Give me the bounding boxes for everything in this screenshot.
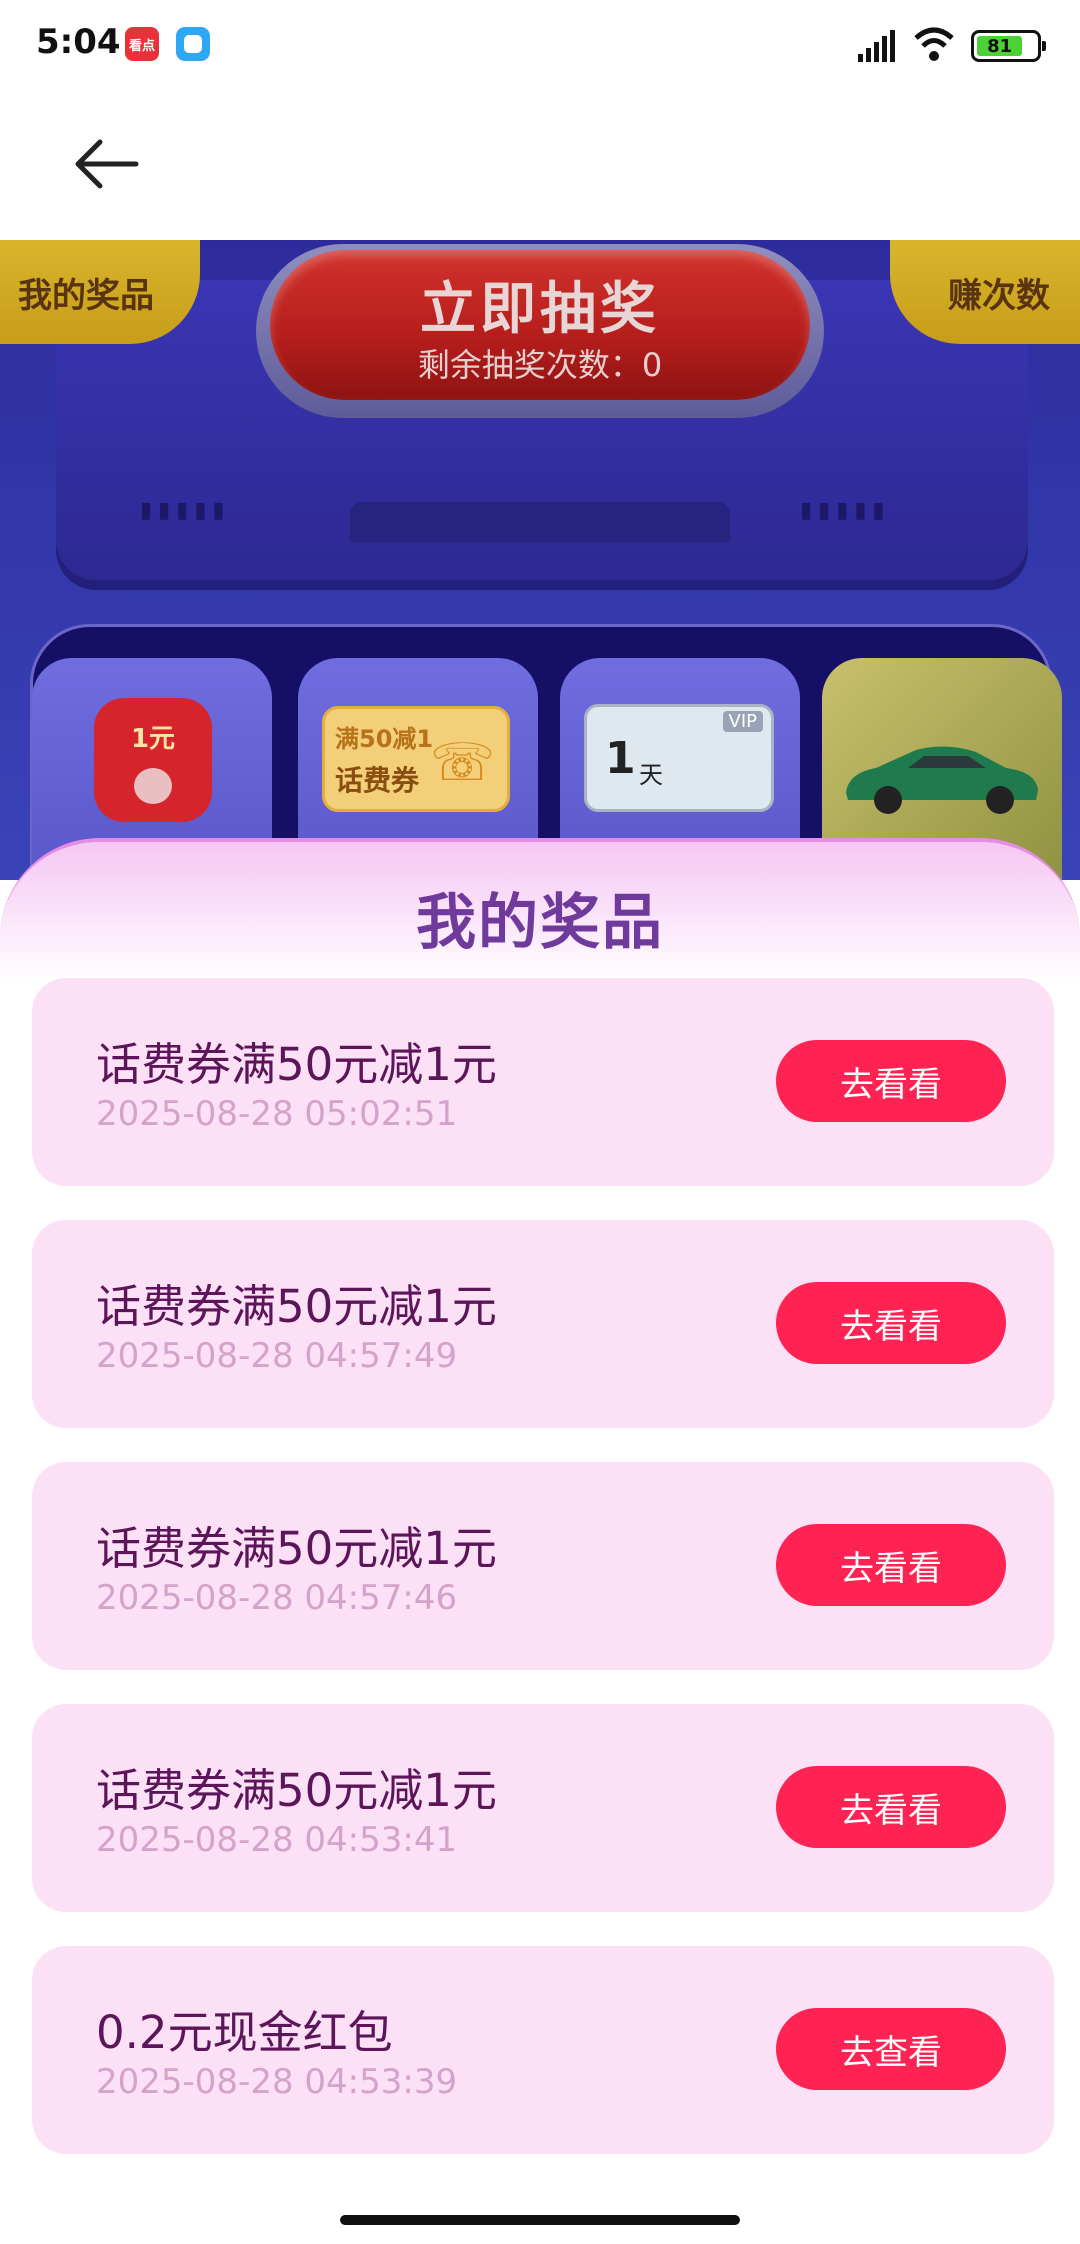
draw-button[interactable]: 立即抽奖 剩余抽奖次数：0	[270, 250, 810, 400]
wifi-icon	[914, 27, 954, 61]
prize-list-item: 话费券满50元减1元 2025-08-28 05:02:51 去看看	[32, 978, 1054, 1186]
battery-level: 81	[977, 36, 1023, 57]
prize-list-item: 0.2元现金红包 2025-08-28 04:53:39 去查看	[32, 1946, 1054, 2154]
prize-time: 2025-08-28 04:53:39	[96, 2062, 458, 2102]
vip-card-icon: VIP 1 天	[584, 704, 774, 812]
my-prizes-tab[interactable]: 我的奖品	[0, 240, 200, 344]
view-prize-button[interactable]: 去看看	[776, 1282, 1006, 1364]
vent-left: ▮▮▮▮▮	[140, 498, 231, 523]
sheet-header: 我的奖品	[0, 842, 1080, 982]
view-prize-button[interactable]: 去看看	[776, 1040, 1006, 1122]
car-icon	[846, 746, 1038, 814]
prize-name: 0.2元现金红包	[96, 2006, 393, 2059]
prize-list-item: 话费券满50元减1元 2025-08-28 04:53:41 去看看	[32, 1704, 1054, 1912]
remaining-draws: 剩余抽奖次数：0	[417, 346, 663, 384]
earn-chances-tab[interactable]: 赚次数	[890, 240, 1080, 344]
arrow-left-icon[interactable]	[72, 134, 142, 194]
coupon-line1: 满50减1	[335, 725, 434, 753]
phone-icon: ☏	[429, 733, 495, 793]
machine-base	[350, 502, 730, 542]
coupon-line2: 话费券	[335, 764, 420, 797]
prize-name: 话费券满50元减1元	[96, 1764, 497, 1817]
nav-bar	[0, 92, 1080, 240]
prize-time: 2025-08-28 04:57:49	[96, 1336, 458, 1376]
view-prize-button[interactable]: 去看看	[776, 1524, 1006, 1606]
prize-time: 2025-08-28 05:02:51	[96, 1094, 458, 1134]
prize-list-item: 话费券满50元减1元 2025-08-28 04:57:46 去看看	[32, 1462, 1054, 1670]
battery-icon: 81	[971, 30, 1046, 62]
vent-right: ▮▮▮▮▮	[800, 498, 891, 523]
app-blue-icon	[176, 27, 210, 61]
prize-name: 话费券满50元减1元	[96, 1038, 497, 1091]
lottery-area: ▮▮▮▮▮ ▮▮▮▮▮ 立即抽奖 剩余抽奖次数：0 我的奖品 赚次数 1元 满5…	[0, 240, 1080, 880]
view-prize-button[interactable]: 去看看	[776, 1766, 1006, 1848]
vip-days: 1	[605, 733, 636, 784]
coupon-icon: 满50减1 话费券 ☏	[322, 706, 510, 812]
prize-name: 话费券满50元减1元	[96, 1280, 497, 1333]
vip-tag: VIP	[722, 711, 763, 732]
prize-list-item: 话费券满50元减1元 2025-08-28 04:57:49 去看看	[32, 1220, 1054, 1428]
signal-icon	[858, 30, 895, 62]
my-prizes-sheet: 我的奖品 话费券满50元减1元 2025-08-28 05:02:51 去看看 …	[0, 838, 1080, 2244]
status-time: 5:04	[36, 22, 121, 62]
status-bar: 5:04 看点 81	[0, 0, 1080, 92]
draw-button-label: 立即抽奖	[420, 277, 660, 342]
vip-unit: 天	[639, 761, 663, 789]
prize-time: 2025-08-28 04:53:41	[96, 1820, 458, 1860]
view-prize-button[interactable]: 去查看	[776, 2008, 1006, 2090]
home-indicator[interactable]	[340, 2215, 740, 2225]
sheet-title: 我的奖品	[416, 888, 664, 958]
app-red-icon: 看点	[125, 27, 159, 61]
prize-name: 话费券满50元减1元	[96, 1522, 497, 1575]
red-envelope-icon: 1元	[94, 698, 212, 822]
prize-time: 2025-08-28 04:57:46	[96, 1578, 458, 1618]
